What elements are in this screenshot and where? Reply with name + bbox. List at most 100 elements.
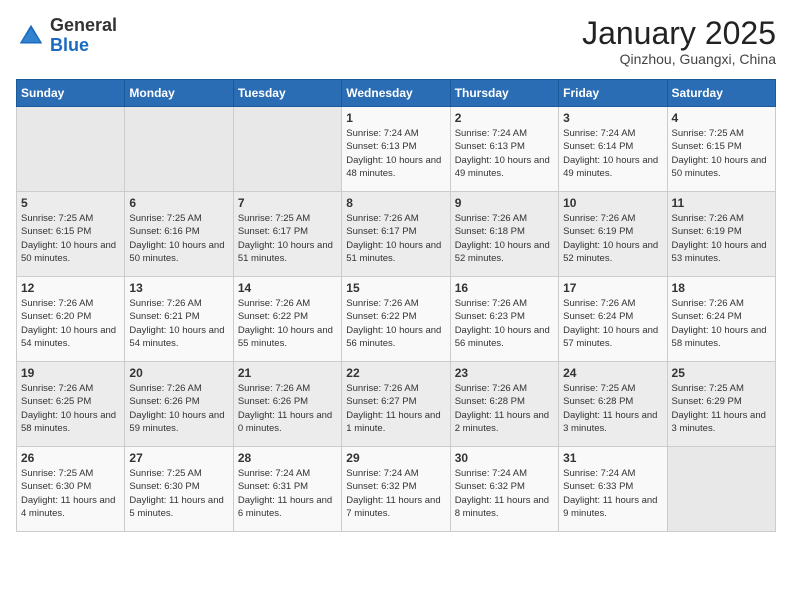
calendar-cell: 12 Sunrise: 7:26 AMSunset: 6:20 PMDayligh…	[17, 277, 125, 362]
day-number: 6	[129, 196, 228, 210]
month-title: January 2025	[582, 16, 776, 51]
day-info: Sunrise: 7:26 AMSunset: 6:26 PMDaylight:…	[129, 382, 228, 435]
calendar-cell	[17, 107, 125, 192]
calendar-cell: 21 Sunrise: 7:26 AMSunset: 6:26 PMDayligh…	[233, 362, 341, 447]
day-number: 28	[238, 451, 337, 465]
day-info: Sunrise: 7:26 AMSunset: 6:24 PMDaylight:…	[563, 297, 662, 350]
calendar-week-row: 12 Sunrise: 7:26 AMSunset: 6:20 PMDayligh…	[17, 277, 776, 362]
day-info: Sunrise: 7:25 AMSunset: 6:29 PMDaylight:…	[672, 382, 771, 435]
day-info: Sunrise: 7:26 AMSunset: 6:20 PMDaylight:…	[21, 297, 120, 350]
logo-general: General	[50, 16, 117, 36]
day-info: Sunrise: 7:25 AMSunset: 6:15 PMDaylight:…	[21, 212, 120, 265]
logo: General Blue	[16, 16, 117, 56]
day-info: Sunrise: 7:24 AMSunset: 6:13 PMDaylight:…	[455, 127, 554, 180]
day-number: 9	[455, 196, 554, 210]
day-number: 12	[21, 281, 120, 295]
calendar-cell: 25Sunrise: 7:25 AMSunset: 6:29 PMDayligh…	[667, 362, 775, 447]
day-info: Sunrise: 7:26 AMSunset: 6:19 PMDaylight:…	[672, 212, 771, 265]
calendar-cell: 14Sunrise: 7:26 AMSunset: 6:22 PMDayligh…	[233, 277, 341, 362]
day-number: 22	[346, 366, 445, 380]
day-info: Sunrise: 7:25 AMSunset: 6:16 PMDaylight:…	[129, 212, 228, 265]
day-info: Sunrise: 7:26 AMSunset: 6:18 PMDaylight:…	[455, 212, 554, 265]
logo-text: General Blue	[50, 16, 117, 56]
day-number: 8	[346, 196, 445, 210]
day-number: 10	[563, 196, 662, 210]
day-info: Sunrise: 7:24 AMSunset: 6:31 PMDaylight:…	[238, 467, 337, 520]
calendar-cell: 15Sunrise: 7:26 AMSunset: 6:22 PMDayligh…	[342, 277, 450, 362]
day-info: Sunrise: 7:26 AMSunset: 6:22 PMDaylight:…	[346, 297, 445, 350]
weekday-header: Sunday	[17, 80, 125, 107]
calendar-week-row: 19 Sunrise: 7:26 AMSunset: 6:25 PMDayligh…	[17, 362, 776, 447]
day-number: 4	[672, 111, 771, 125]
day-number: 17	[563, 281, 662, 295]
day-info: Sunrise: 7:26 AMSunset: 6:28 PMDaylight:…	[455, 382, 554, 435]
day-number: 7	[238, 196, 337, 210]
calendar-cell: 1 Sunrise: 7:24 AMSunset: 6:13 PMDaylight…	[342, 107, 450, 192]
calendar-cell	[233, 107, 341, 192]
calendar-cell: 24Sunrise: 7:25 AMSunset: 6:28 PMDayligh…	[559, 362, 667, 447]
calendar-cell: 31Sunrise: 7:24 AMSunset: 6:33 PMDayligh…	[559, 447, 667, 532]
calendar-cell: 7 Sunrise: 7:25 AMSunset: 6:17 PMDaylight…	[233, 192, 341, 277]
day-number: 21	[238, 366, 337, 380]
day-info: Sunrise: 7:25 AMSunset: 6:15 PMDaylight:…	[672, 127, 771, 180]
calendar-cell: 17 Sunrise: 7:26 AMSunset: 6:24 PMDayligh…	[559, 277, 667, 362]
day-number: 27	[129, 451, 228, 465]
calendar-cell: 6 Sunrise: 7:25 AMSunset: 6:16 PMDaylight…	[125, 192, 233, 277]
day-info: Sunrise: 7:26 AMSunset: 6:25 PMDaylight:…	[21, 382, 120, 435]
calendar-cell: 10 Sunrise: 7:26 AMSunset: 6:19 PMDayligh…	[559, 192, 667, 277]
day-number: 31	[563, 451, 662, 465]
day-info: Sunrise: 7:24 AMSunset: 6:32 PMDaylight:…	[455, 467, 554, 520]
day-number: 30	[455, 451, 554, 465]
day-number: 3	[563, 111, 662, 125]
calendar-cell: 29Sunrise: 7:24 AMSunset: 6:32 PMDayligh…	[342, 447, 450, 532]
calendar-cell: 30 Sunrise: 7:24 AMSunset: 6:32 PMDayligh…	[450, 447, 558, 532]
day-info: Sunrise: 7:26 AMSunset: 6:19 PMDaylight:…	[563, 212, 662, 265]
day-number: 18	[672, 281, 771, 295]
calendar-cell	[667, 447, 775, 532]
calendar-week-row: 1 Sunrise: 7:24 AMSunset: 6:13 PMDaylight…	[17, 107, 776, 192]
day-number: 13	[129, 281, 228, 295]
day-number: 1	[346, 111, 445, 125]
day-info: Sunrise: 7:26 AMSunset: 6:26 PMDaylight:…	[238, 382, 337, 435]
day-info: Sunrise: 7:26 AMSunset: 6:27 PMDaylight:…	[346, 382, 445, 435]
weekday-header: Wednesday	[342, 80, 450, 107]
calendar-cell: 4 Sunrise: 7:25 AMSunset: 6:15 PMDaylight…	[667, 107, 775, 192]
logo-blue: Blue	[50, 36, 117, 56]
calendar-cell: 18 Sunrise: 7:26 AMSunset: 6:24 PMDayligh…	[667, 277, 775, 362]
weekday-header: Tuesday	[233, 80, 341, 107]
day-number: 16	[455, 281, 554, 295]
day-number: 29	[346, 451, 445, 465]
weekday-header: Monday	[125, 80, 233, 107]
day-number: 11	[672, 196, 771, 210]
calendar-cell: 11 Sunrise: 7:26 AMSunset: 6:19 PMDayligh…	[667, 192, 775, 277]
calendar-cell	[125, 107, 233, 192]
page-header: General Blue January 2025 Qinzhou, Guang…	[16, 16, 776, 67]
calendar-cell: 16 Sunrise: 7:26 AMSunset: 6:23 PMDayligh…	[450, 277, 558, 362]
calendar-cell: 19 Sunrise: 7:26 AMSunset: 6:25 PMDayligh…	[17, 362, 125, 447]
day-number: 19	[21, 366, 120, 380]
day-info: Sunrise: 7:26 AMSunset: 6:23 PMDaylight:…	[455, 297, 554, 350]
calendar-cell: 9 Sunrise: 7:26 AMSunset: 6:18 PMDaylight…	[450, 192, 558, 277]
location: Qinzhou, Guangxi, China	[582, 51, 776, 67]
day-number: 20	[129, 366, 228, 380]
weekday-header: Saturday	[667, 80, 775, 107]
logo-icon	[16, 21, 46, 51]
calendar-cell: 13Sunrise: 7:26 AMSunset: 6:21 PMDayligh…	[125, 277, 233, 362]
day-info: Sunrise: 7:25 AMSunset: 6:17 PMDaylight:…	[238, 212, 337, 265]
calendar-week-row: 5 Sunrise: 7:25 AMSunset: 6:15 PMDaylight…	[17, 192, 776, 277]
calendar-cell: 23Sunrise: 7:26 AMSunset: 6:28 PMDayligh…	[450, 362, 558, 447]
weekday-header: Friday	[559, 80, 667, 107]
title-area: January 2025 Qinzhou, Guangxi, China	[582, 16, 776, 67]
day-number: 5	[21, 196, 120, 210]
day-info: Sunrise: 7:24 AMSunset: 6:14 PMDaylight:…	[563, 127, 662, 180]
day-info: Sunrise: 7:26 AMSunset: 6:24 PMDaylight:…	[672, 297, 771, 350]
calendar-week-row: 26Sunrise: 7:25 AMSunset: 6:30 PMDayligh…	[17, 447, 776, 532]
day-info: Sunrise: 7:26 AMSunset: 6:22 PMDaylight:…	[238, 297, 337, 350]
weekday-header-row: SundayMondayTuesdayWednesdayThursdayFrid…	[17, 80, 776, 107]
day-info: Sunrise: 7:24 AMSunset: 6:13 PMDaylight:…	[346, 127, 445, 180]
calendar-cell: 3 Sunrise: 7:24 AMSunset: 6:14 PMDaylight…	[559, 107, 667, 192]
calendar-table: SundayMondayTuesdayWednesdayThursdayFrid…	[16, 79, 776, 532]
day-number: 26	[21, 451, 120, 465]
calendar-cell: 28 Sunrise: 7:24 AMSunset: 6:31 PMDayligh…	[233, 447, 341, 532]
day-info: Sunrise: 7:25 AMSunset: 6:28 PMDaylight:…	[563, 382, 662, 435]
